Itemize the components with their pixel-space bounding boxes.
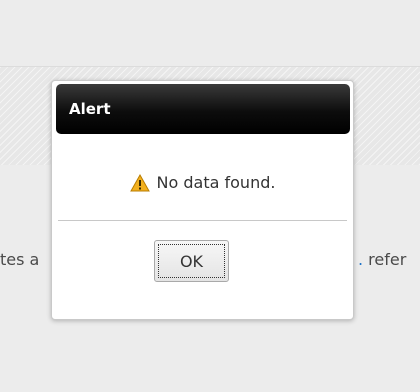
dialog-message: No data found.	[52, 173, 353, 192]
dialog-titlebar[interactable]: Alert	[56, 84, 350, 134]
dialog-title: Alert	[69, 100, 111, 118]
dialog-divider	[58, 220, 347, 221]
message-text: No data found.	[156, 173, 276, 192]
warning-icon	[129, 173, 150, 192]
background-text-right-content: refer	[363, 250, 407, 269]
page: tes a . refer Alert No data found. OK	[0, 0, 420, 392]
background-text-left: tes a	[0, 250, 50, 269]
alert-dialog: Alert No data found. OK	[51, 80, 354, 320]
background-text-left-content: tes a	[0, 250, 40, 269]
ok-button-label: OK	[179, 251, 204, 271]
header-area	[0, 0, 420, 66]
background-text-right: . refer	[358, 250, 406, 269]
ok-button[interactable]: OK	[154, 240, 229, 282]
ok-button-focus-ring: OK	[158, 244, 225, 278]
